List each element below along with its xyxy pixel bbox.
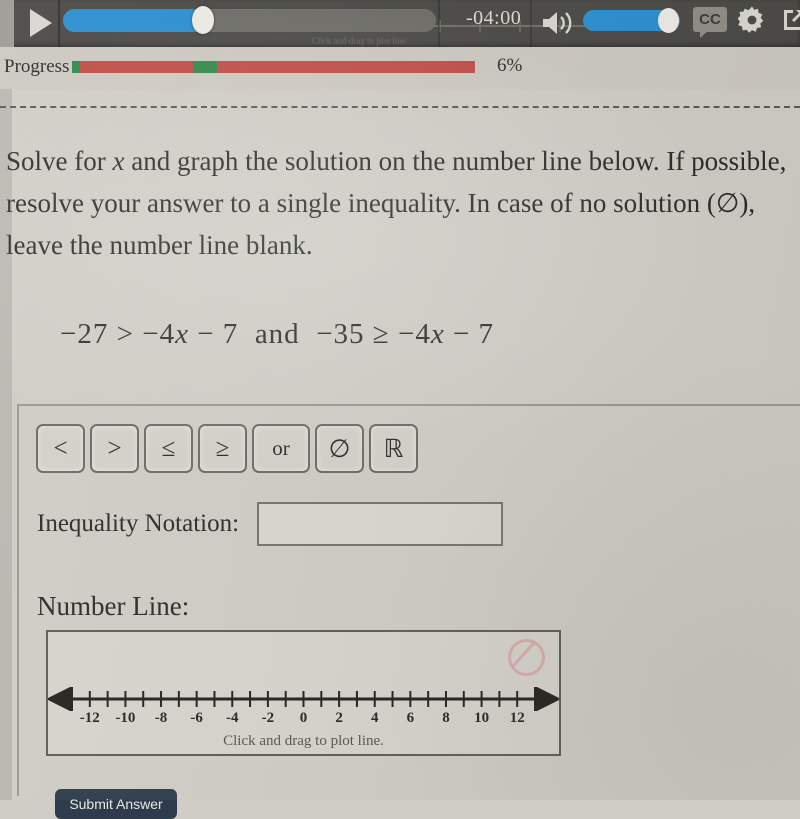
svg-text:Click and drag to plot line.: Click and drag to plot line. <box>312 36 408 46</box>
question-text: Solve for x and graph the solution on th… <box>6 140 796 266</box>
question-part-b: and graph the solution on the number lin… <box>6 146 787 260</box>
volume-slider-handle[interactable] <box>658 8 679 33</box>
equation-right-const: −35 <box>316 318 365 350</box>
progress-row: Progress 6% <box>0 47 800 89</box>
submit-answer-button[interactable]: Submit Answer <box>55 789 177 819</box>
gear-icon[interactable] <box>738 6 766 34</box>
number-line-tick-label: 0 <box>299 710 308 726</box>
number-line-hint: Click and drag to plot line. <box>223 733 384 749</box>
number-line-tick-label: -6 <box>190 710 203 726</box>
play-triangle-icon[interactable] <box>30 9 52 37</box>
player-divider-1 <box>58 0 60 47</box>
equation-conjunction: and <box>254 318 300 350</box>
number-line-tick-label: -8 <box>154 710 168 726</box>
op-button-or[interactable]: or <box>252 424 310 473</box>
op-button-greater-than-or-equal[interactable]: ≥ <box>198 424 247 473</box>
video-player-controls: Click and drag to plot line. -04:00 CC <box>0 0 800 47</box>
number-line-tick-label: 2 <box>335 710 343 726</box>
popout-icon[interactable] <box>781 7 800 33</box>
question-variable: x <box>112 146 125 176</box>
answer-panel: < > ≤ ≥ or ∅ ℝ Inequality Notation: Numb… <box>17 404 800 796</box>
progress-bar <box>72 61 475 73</box>
number-line-axis <box>48 687 559 711</box>
equation-right-relation: ≥ <box>372 318 390 350</box>
cc-icon[interactable]: CC <box>693 7 727 38</box>
number-line-tick-label: 12 <box>509 710 525 726</box>
equation-left-const: −27 <box>60 318 109 350</box>
number-line-tick-label: 10 <box>474 710 490 726</box>
operator-button-row: < > ≤ ≥ or ∅ ℝ <box>36 424 418 473</box>
number-line-label: Number Line: <box>37 591 190 621</box>
inequality-notation-row: Inequality Notation: <box>37 502 504 546</box>
inequality-notation-label: Inequality Notation: <box>37 510 240 537</box>
number-line-tick-label: 8 <box>442 710 450 726</box>
speaker-icon[interactable] <box>540 8 574 38</box>
equation-display: −27 > −4x − 7 and −35 ≥ −4x − 7 <box>60 318 494 351</box>
video-scrubber[interactable] <box>63 9 436 32</box>
cc-label: CC <box>699 11 721 28</box>
op-button-less-than[interactable]: < <box>36 424 85 473</box>
time-remaining-label: -04:00 <box>466 7 522 29</box>
equation-left-expression: −4x − 7 <box>142 318 239 350</box>
number-line-tick-label: -4 <box>226 710 239 726</box>
number-line-tick-label: 6 <box>406 710 415 726</box>
inequality-notation-input[interactable] <box>257 502 504 546</box>
progress-segment <box>72 61 81 73</box>
progress-segment <box>192 61 218 73</box>
op-button-greater-than[interactable]: > <box>90 424 139 473</box>
player-left-edge <box>0 0 14 47</box>
video-scrubber-fill <box>63 9 211 32</box>
video-scrubber-handle[interactable] <box>192 6 214 34</box>
number-line-tick-label: -12 <box>79 710 100 726</box>
progress-percent-label: 6% <box>497 55 523 76</box>
progress-label: Progress <box>4 56 70 77</box>
equation-left-relation: > <box>116 318 134 350</box>
player-divider-3 <box>530 0 532 47</box>
number-line-tick-label: -2 <box>261 710 275 726</box>
section-divider <box>0 106 800 108</box>
equation-right-expression: −4x − 7 <box>397 318 495 350</box>
no-solution-circle-slash-icon[interactable] <box>508 639 545 676</box>
op-button-less-than-or-equal[interactable]: ≤ <box>144 424 193 473</box>
number-line-tick-label: -10 <box>115 710 136 726</box>
number-line-canvas[interactable]: -12 -10 -8 -6 -4 -2 0 2 4 6 8 10 12 Click and drag t… <box>46 630 561 756</box>
player-divider-2 <box>438 0 440 47</box>
question-part-a: Solve for <box>6 146 113 176</box>
op-button-empty-set[interactable]: ∅ <box>315 424 364 473</box>
number-line-tick-labels: -12 -10 -8 -6 -4 -2 0 2 4 6 8 10 12 <box>48 710 559 732</box>
number-line-tick-label: 4 <box>370 710 379 726</box>
op-button-real-numbers[interactable]: ℝ <box>369 424 418 473</box>
